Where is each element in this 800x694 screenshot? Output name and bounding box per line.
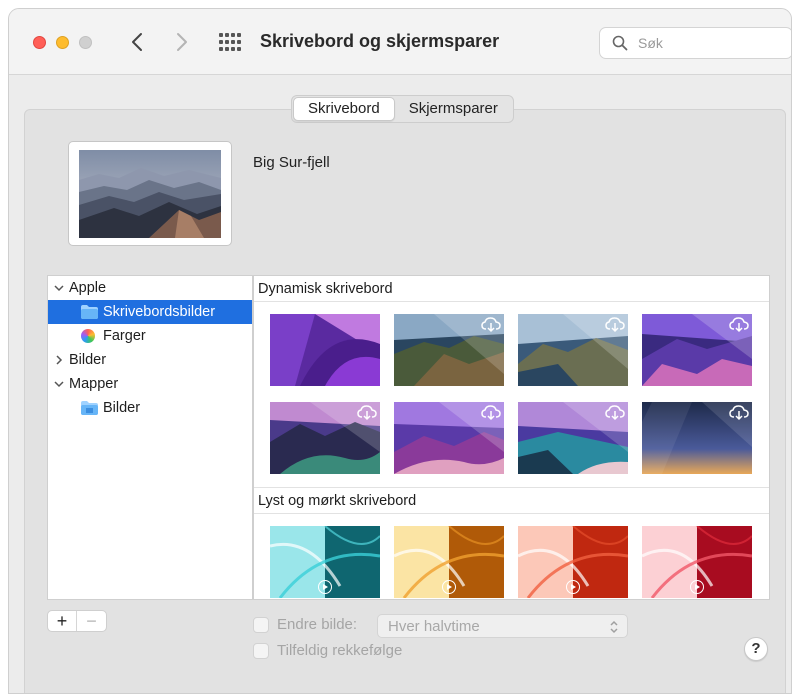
cloud-download-icon xyxy=(729,405,749,421)
play-icon xyxy=(318,580,332,594)
change-picture-label: Endre bilde: xyxy=(277,616,358,633)
source-sidebar: Apple Skrivebordsbilder Farger Bilder Ma… xyxy=(47,275,253,600)
wallpaper-thumb-pink[interactable] xyxy=(642,526,752,598)
wallpaper-thumb-orange[interactable] xyxy=(518,526,628,598)
show-all-button[interactable] xyxy=(219,33,241,51)
folder-add-remove-control: + − xyxy=(47,610,107,632)
search-icon xyxy=(612,35,628,51)
wallpaper-name: Big Sur-fjell xyxy=(253,154,330,171)
section-divider xyxy=(254,513,769,514)
sidebar-item-label: Bilder xyxy=(69,352,107,368)
random-order-label: Tilfeldig rekkefølge xyxy=(277,642,403,659)
close-button[interactable] xyxy=(33,36,46,49)
play-icon xyxy=(566,580,580,594)
wallpaper-thumb-valley[interactable] xyxy=(270,402,380,474)
add-folder-button[interactable]: + xyxy=(48,611,77,631)
cloud-download-icon xyxy=(481,317,501,333)
change-picture-checkbox[interactable] xyxy=(253,617,269,633)
wallpaper-thumb-beach[interactable] xyxy=(518,402,628,474)
sidebar-item-label: Apple xyxy=(69,280,107,296)
zoom-button[interactable] xyxy=(79,36,92,49)
sidebar-item-apple[interactable]: Apple xyxy=(48,276,252,300)
chevron-updown-icon xyxy=(610,620,618,634)
play-icon xyxy=(690,580,704,594)
folder-icon xyxy=(81,401,98,415)
sidebar-item-label: Bilder xyxy=(103,400,141,416)
forward-button[interactable] xyxy=(170,28,194,56)
wallpaper-thumb-big-sur-road[interactable] xyxy=(642,314,752,386)
section-divider xyxy=(254,487,769,488)
wallpaper-thumb-catalina-coast[interactable] xyxy=(518,314,628,386)
sidebar-item-desktop-pictures[interactable]: Skrivebordsbilder xyxy=(48,300,252,324)
cloud-download-icon xyxy=(481,405,501,421)
wallpaper-thumb-yellow[interactable] xyxy=(394,526,504,598)
cloud-download-icon xyxy=(605,405,625,421)
cloud-download-icon xyxy=(605,317,625,333)
chevron-right-icon xyxy=(56,355,63,365)
help-button[interactable]: ? xyxy=(744,637,768,661)
title-bar: Skrivebord og skjermsparer xyxy=(9,9,791,75)
section-divider xyxy=(254,301,769,302)
sidebar-item-label: Skrivebordsbilder xyxy=(103,304,216,320)
tab-desktop[interactable]: Skrivebord xyxy=(293,97,395,121)
section-title-dynamic: Dynamisk skrivebord xyxy=(258,281,393,297)
minimize-button[interactable] xyxy=(56,36,69,49)
wallpaper-thumb-dunes[interactable] xyxy=(394,402,504,474)
wallpaper-thumb-catalina-day[interactable] xyxy=(394,314,504,386)
sidebar-item-pictures[interactable]: Bilder xyxy=(48,348,252,372)
sidebar-item-colors[interactable]: Farger xyxy=(48,324,252,348)
back-button[interactable] xyxy=(125,28,149,56)
sidebar-item-folders[interactable]: Mapper xyxy=(48,372,252,396)
interval-select[interactable]: Hver halvtime xyxy=(377,614,628,638)
wallpaper-gallery: Dynamisk skrivebord Lyst og mørkt skrive… xyxy=(253,275,770,600)
tab-bar: Skrivebord Skjermsparer xyxy=(291,95,514,123)
wallpaper-thumb-cyan[interactable] xyxy=(270,526,380,598)
big-sur-mountains-image xyxy=(79,150,221,238)
section-title-light-dark: Lyst og mørkt skrivebord xyxy=(258,493,417,509)
sidebar-item-label: Mapper xyxy=(69,376,119,392)
wallpaper-thumb-monterey[interactable] xyxy=(270,314,380,386)
search-field[interactable] xyxy=(599,27,791,59)
window-title: Skrivebord og skjermsparer xyxy=(260,31,500,51)
sidebar-item-folder-pictures[interactable]: Bilder xyxy=(48,396,252,420)
wallpaper-thumb-gradient[interactable] xyxy=(642,402,752,474)
cloud-download-icon xyxy=(729,317,749,333)
random-order-checkbox[interactable] xyxy=(253,643,269,659)
interval-value: Hver halvtime xyxy=(388,618,480,635)
cloud-download-icon xyxy=(357,405,377,421)
preferences-window: Skrivebord og skjermsparer Skrivebord Sk… xyxy=(8,8,792,694)
chevron-down-icon xyxy=(54,381,64,388)
remove-folder-button[interactable]: − xyxy=(77,611,106,631)
folder-icon xyxy=(81,305,98,319)
color-wheel-icon xyxy=(81,329,95,343)
chevron-left-icon xyxy=(132,33,142,51)
play-icon xyxy=(442,580,456,594)
chevron-right-icon xyxy=(177,33,187,51)
wallpaper-preview xyxy=(68,141,232,246)
tab-screensaver[interactable]: Skjermsparer xyxy=(395,97,512,121)
sidebar-item-label: Farger xyxy=(103,328,146,344)
chevron-down-icon xyxy=(54,285,64,292)
search-input[interactable] xyxy=(638,33,778,53)
wallpaper-image xyxy=(270,314,380,386)
